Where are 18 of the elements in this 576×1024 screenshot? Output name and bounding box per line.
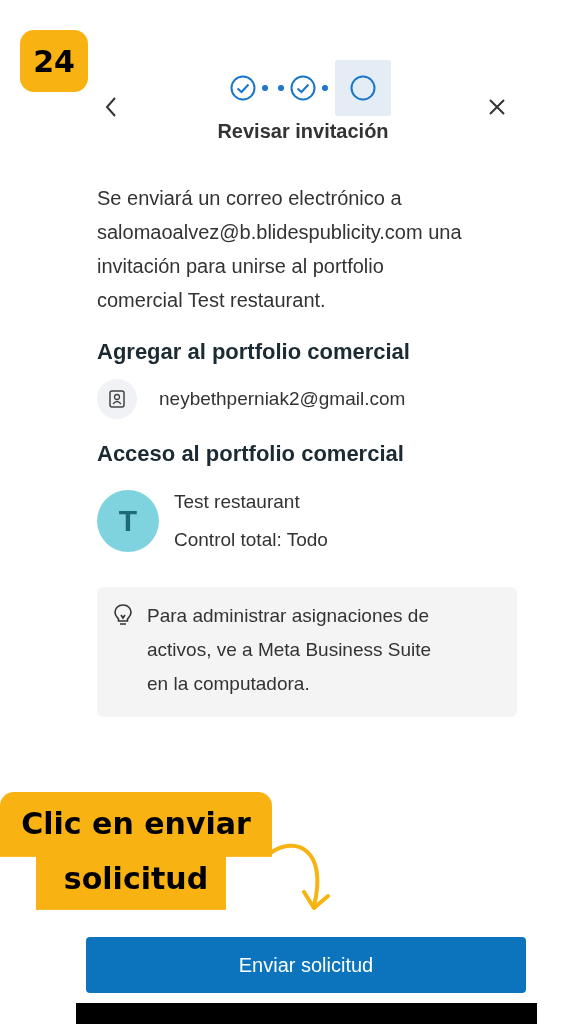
- section-heading: Acceso al portfolio comercial: [97, 441, 405, 467]
- step-number: 24: [20, 30, 88, 92]
- lightbulb-icon: [113, 603, 133, 627]
- contact-card-icon: [97, 379, 137, 419]
- intro-text: Se enviará un correo electrónico a salomaoalvez@b.blidespublicity.com una invitación para unirse al portfolio comercial Test restaurant.: [97, 186, 463, 313]
- permission-text: Control total: Todo: [174, 528, 328, 552]
- send-button[interactable]: Enviar solicitud: [86, 937, 526, 993]
- page-title: Revisar invitación: [217, 120, 389, 143]
- callout-label: Clic en enviar solicitud: [0, 792, 272, 910]
- tip-text: Para administrar asignaciones de activos, ve a Meta Business Suite en la computadora.: [147, 604, 433, 696]
- asset-name: Test restaurant: [174, 490, 301, 514]
- avatar-letter: T: [97, 490, 159, 552]
- section-heading: Agregar al portfolio comercial: [97, 339, 411, 365]
- step-indicator[interactable]: [335, 60, 391, 116]
- back-icon[interactable]: [104, 96, 118, 118]
- account-email: neybethperniak2@gmail.com: [159, 388, 406, 410]
- close-icon[interactable]: [488, 98, 506, 116]
- step-connector: [259, 84, 287, 92]
